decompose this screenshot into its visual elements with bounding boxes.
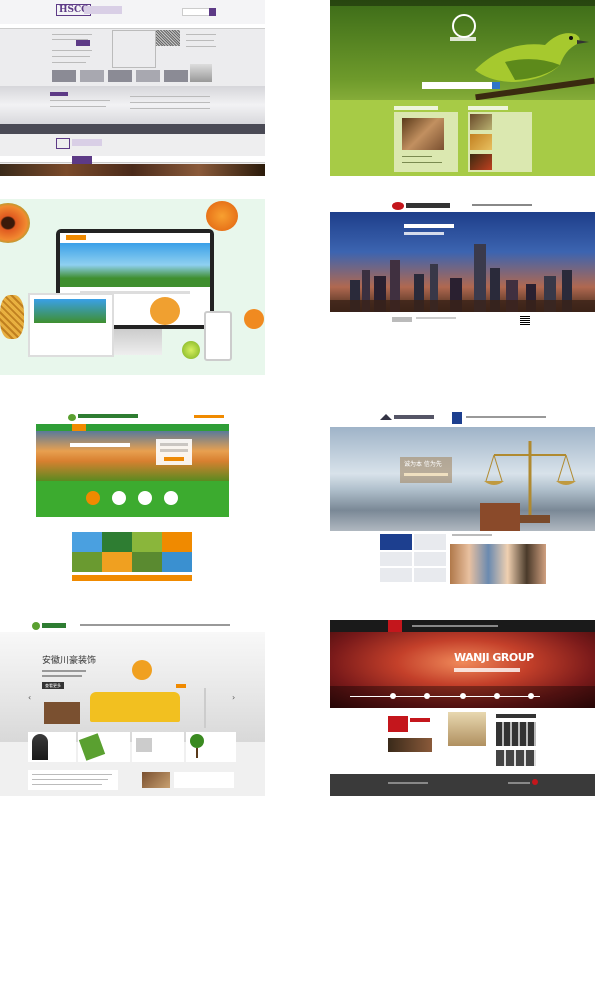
hero-banner — [330, 212, 595, 312]
phone — [204, 311, 232, 361]
news-summary — [174, 772, 234, 788]
hero-headline: 安徽川豪装饰 — [42, 656, 97, 666]
search-button[interactable] — [209, 8, 216, 16]
content-area — [330, 708, 595, 774]
news-list — [28, 770, 118, 790]
tile-1[interactable] — [52, 70, 76, 82]
thumbnail-fruit-mockup[interactable] — [0, 199, 265, 375]
mango-image — [244, 309, 264, 329]
search-input[interactable] — [422, 82, 492, 89]
card-3[interactable] — [132, 732, 184, 762]
tile-3[interactable] — [380, 552, 412, 566]
monitor-stand — [112, 329, 162, 355]
nav-links[interactable] — [466, 416, 546, 418]
brand-title: WANJI GROUP — [454, 651, 534, 664]
search-input[interactable] — [182, 8, 212, 16]
thumbnail-bird-site[interactable] — [330, 0, 595, 176]
pineapple-image — [0, 295, 24, 339]
tile-3[interactable] — [108, 70, 132, 82]
footer-bar — [330, 774, 595, 796]
tile-2[interactable] — [80, 70, 104, 82]
lamp-icon — [176, 684, 186, 688]
card-2[interactable] — [78, 732, 130, 762]
prev-arrow-icon[interactable]: ‹ — [28, 694, 34, 702]
thumbnail-city-site[interactable] — [330, 199, 595, 375]
nav-bar — [0, 24, 265, 29]
tile-5[interactable] — [380, 568, 412, 582]
next-arrow-icon[interactable]: › — [232, 694, 238, 702]
nav-bar — [36, 424, 229, 431]
news-image — [142, 772, 170, 788]
tile-2[interactable] — [414, 534, 446, 550]
login-form[interactable] — [156, 439, 192, 465]
skyline-image — [330, 244, 595, 312]
bookshelf-image — [44, 702, 80, 724]
slogan-box: 诚为本 信为先 — [400, 457, 452, 483]
nav-home[interactable] — [452, 412, 462, 424]
tile-4[interactable] — [136, 70, 160, 82]
site-header — [0, 0, 265, 24]
thumbnail-purple-site[interactable]: HSCC — [0, 0, 265, 176]
sofa-image — [90, 692, 180, 722]
thumbnail-wanji-site[interactable]: WANJI GROUP — [330, 620, 595, 796]
top-bar — [330, 0, 595, 6]
service-band — [36, 481, 229, 517]
footer-strip — [72, 575, 192, 581]
tile-5[interactable] — [164, 70, 188, 82]
news-column — [52, 32, 98, 72]
building-image — [190, 64, 212, 82]
timeline-bar — [330, 686, 595, 708]
more-button[interactable] — [76, 40, 90, 46]
nav-links[interactable] — [472, 204, 532, 206]
tablet — [28, 293, 114, 357]
content-area — [330, 100, 595, 176]
floor-lamp — [204, 688, 206, 728]
site-title-block — [406, 203, 450, 208]
card-4[interactable] — [186, 732, 236, 762]
team-photo — [450, 544, 546, 584]
social-icon[interactable] — [532, 779, 538, 785]
tile-primary[interactable] — [380, 534, 412, 550]
hero-banner — [36, 431, 229, 481]
search-button[interactable] — [492, 82, 500, 89]
section-band — [0, 86, 265, 124]
org-chart — [112, 30, 156, 68]
site-header — [0, 620, 265, 632]
qr-code — [520, 315, 530, 325]
tile-grid — [72, 532, 192, 572]
thumbnail-decor-site[interactable]: 安徽川豪装饰 查看更多 ‹ › — [0, 620, 265, 796]
map-image — [156, 30, 180, 46]
lime-image — [182, 341, 200, 359]
tile-4[interactable] — [414, 552, 446, 566]
hero-banner: 安徽川豪装饰 查看更多 ‹ › — [0, 632, 265, 742]
clock-icon — [132, 660, 152, 680]
thumbnail-agri-site[interactable] — [0, 410, 265, 586]
second-page — [0, 134, 265, 176]
site-logo — [392, 202, 404, 210]
nav-links[interactable] — [412, 625, 498, 627]
papaya-image — [0, 203, 30, 243]
footer-text — [416, 317, 456, 319]
site-logo — [388, 620, 402, 632]
slogan-text: 诚为本 信为先 — [404, 461, 442, 468]
orange-fruit-image — [206, 201, 238, 231]
footer-bar — [0, 124, 265, 134]
footer-logo — [392, 317, 412, 322]
side-list — [468, 112, 532, 172]
site-title-block — [394, 415, 434, 419]
tile-6[interactable] — [414, 568, 446, 582]
site-logo — [380, 414, 392, 420]
more-button[interactable]: 查看更多 — [42, 682, 64, 689]
featured-card[interactable] — [394, 112, 458, 172]
site-header — [36, 410, 229, 425]
scales-image — [480, 441, 576, 531]
section-title — [452, 534, 492, 536]
thumbnail-law-site[interactable]: 诚为本 信为先 — [330, 410, 595, 586]
hotline — [194, 415, 224, 418]
hero-banner: 诚为本 信为先 — [330, 427, 595, 531]
site-header — [330, 620, 595, 632]
site-title-block — [84, 6, 122, 14]
card-1[interactable] — [28, 732, 76, 762]
